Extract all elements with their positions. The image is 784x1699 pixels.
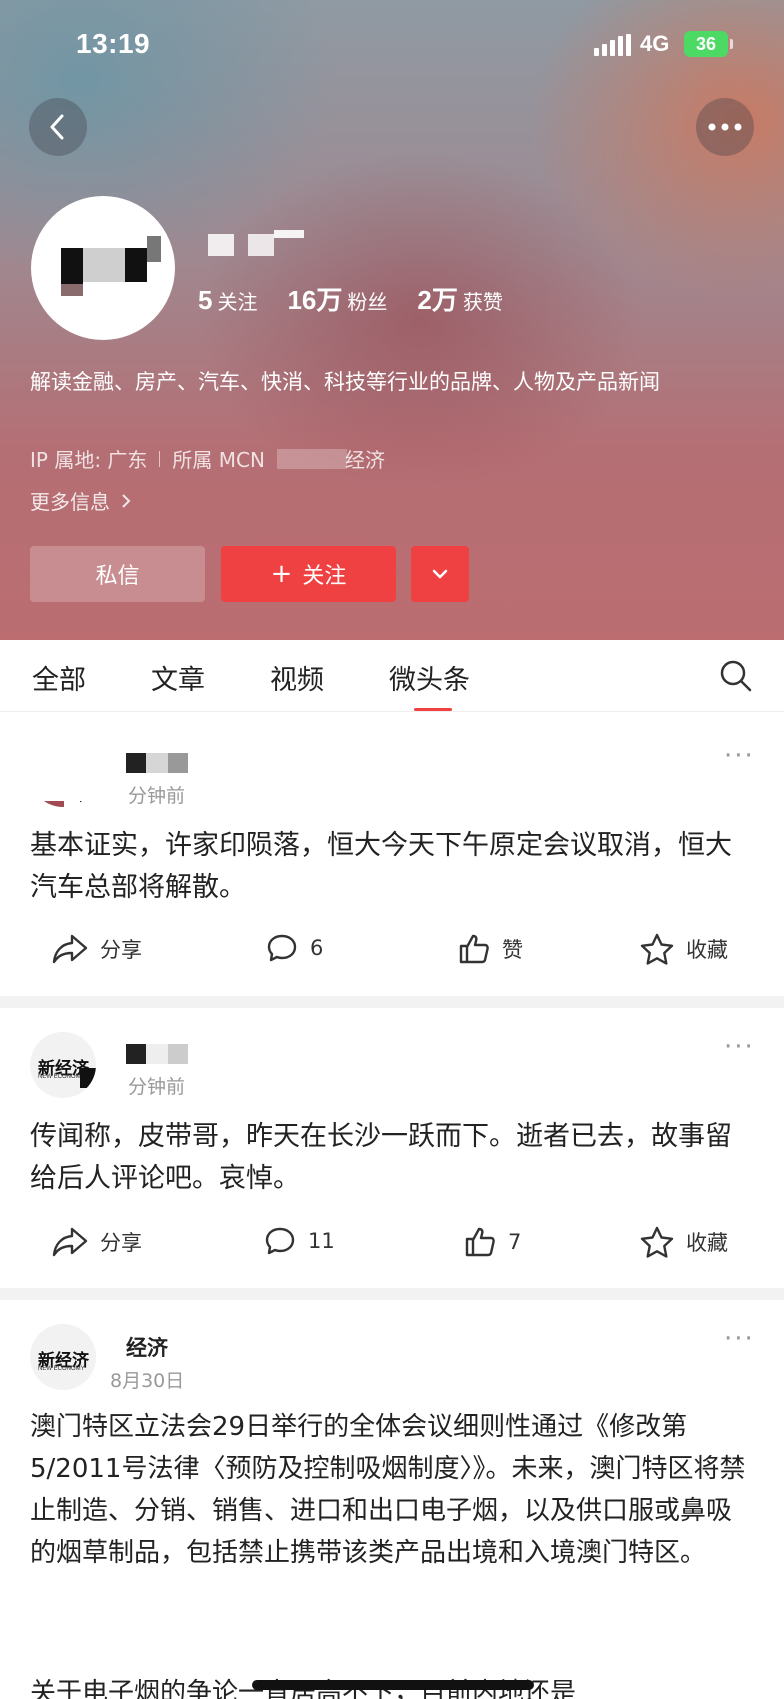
post-more-icon[interactable]: ··· — [724, 1032, 755, 1062]
comment-icon — [265, 1227, 295, 1255]
follow-button[interactable]: + 关注 — [221, 546, 396, 602]
like-count: 7 — [508, 1230, 522, 1254]
profile-name-blurred — [196, 228, 306, 262]
post-divider — [0, 996, 784, 1008]
like-button[interactable]: 7 — [464, 1226, 521, 1258]
battery-icon: 36 — [684, 31, 728, 57]
message-button-label: 私信 — [95, 564, 140, 589]
post-avatar[interactable] — [30, 741, 96, 807]
share-label: 分享 — [100, 1231, 142, 1255]
comment-count: 6 — [310, 936, 324, 960]
ip-location: IP 属地: 广东 — [30, 448, 148, 472]
more-dots-icon — [708, 123, 742, 131]
stat-following[interactable]: 5 关注 — [198, 285, 257, 316]
brand-logo-subtext: NEW ECONOMY — [38, 1074, 85, 1080]
stat-label: 关注 — [217, 290, 258, 314]
thumbs-up-icon — [459, 934, 489, 964]
comment-button[interactable]: 11 — [264, 1226, 335, 1256]
mcn-suffix: 经济 — [344, 448, 385, 472]
status-bar: 13:19 4G 36 — [0, 26, 784, 66]
tab-videos[interactable]: 视频 — [270, 658, 324, 697]
chevron-down-icon — [432, 569, 448, 579]
tab-micro-posts[interactable]: 微头条 — [389, 658, 470, 697]
feed-post[interactable]: 新经济 NEW ECONOMY 经济 8月30日 ··· 澳门特区立法会29日举… — [0, 1300, 784, 1699]
like-button[interactable]: 赞 — [458, 933, 523, 965]
post-actions: 分享 11 7 收藏 — [0, 1226, 784, 1270]
tab-articles[interactable]: 文章 — [151, 658, 205, 697]
follow-dropdown-button[interactable] — [411, 546, 469, 602]
brand-logo-subtext: NEW ECONOMY — [38, 1366, 85, 1372]
separator — [159, 450, 161, 467]
profile-bio: 解读金融、房产、汽车、快消、科技等行业的品牌、人物及产品新闻 — [30, 370, 660, 394]
profile-header: 13:19 4G 36 5 关注 16万 粉丝 2万 获赞 解读金融、房产、汽车… — [0, 0, 784, 640]
post-more-icon[interactable]: ··· — [724, 741, 755, 771]
post-avatar[interactable]: 新经济 NEW ECONOMY — [30, 1324, 96, 1390]
chevron-right-icon — [122, 494, 131, 508]
comment-icon — [267, 934, 297, 962]
share-button[interactable]: 分享 — [52, 1226, 142, 1258]
post-author-name[interactable]: 经济 — [126, 1332, 168, 1362]
plus-icon: + — [270, 559, 293, 589]
stat-number: 16万 — [287, 285, 343, 315]
tab-all[interactable]: 全部 — [32, 658, 86, 697]
post-actions: 分享 6 赞 收藏 — [0, 933, 784, 977]
feed-post[interactable]: 分钟前 ··· 基本证实，许家印陨落，恒大今天下午原定会议取消，恒大汽车总部将解… — [0, 713, 784, 996]
share-label: 分享 — [100, 938, 142, 962]
comment-button[interactable]: 6 — [266, 933, 323, 963]
more-info-link[interactable]: 更多信息 — [30, 486, 132, 515]
star-icon — [640, 1226, 674, 1258]
stat-likes[interactable]: 2万 获赞 — [417, 280, 502, 317]
stat-followers[interactable]: 16万 粉丝 — [287, 280, 387, 317]
signal-icon — [594, 34, 632, 56]
share-icon — [52, 934, 88, 964]
active-tab-indicator — [414, 708, 452, 711]
content-tabs: 全部 文章 视频 微头条 — [0, 640, 784, 712]
search-icon[interactable] — [718, 658, 754, 694]
post-author-blurred[interactable] — [126, 1044, 190, 1064]
mcn-label: 所属 MCN — [172, 448, 265, 472]
star-icon — [640, 933, 674, 965]
post-time: 8月30日 — [110, 1370, 185, 1392]
post-author-blurred[interactable] — [126, 753, 190, 773]
favorite-button[interactable]: 收藏 — [640, 1226, 728, 1258]
post-text[interactable]: 基本证实，许家印陨落，恒大今天下午原定会议取消，恒大汽车总部将解散。 — [30, 825, 750, 909]
more-options-button[interactable] — [696, 98, 754, 156]
stat-label: 获赞 — [462, 290, 503, 314]
post-avatar[interactable]: 新经济 NEW ECONOMY — [30, 1032, 96, 1098]
post-time: 分钟前 — [128, 1076, 186, 1098]
favorite-label: 收藏 — [686, 938, 728, 962]
profile-stats: 5 关注 16万 粉丝 2万 获赞 — [198, 280, 503, 317]
post-divider — [0, 1288, 784, 1300]
mcn-name-blurred — [276, 448, 347, 469]
message-button[interactable]: 私信 — [30, 546, 205, 602]
chevron-left-icon — [50, 114, 64, 140]
home-indicator — [252, 1680, 534, 1690]
like-label: 赞 — [502, 938, 523, 962]
thumbs-up-icon — [465, 1227, 495, 1257]
post-text[interactable]: 澳门特区立法会29日举行的全体会议细则性通过《修改第5/2011号法律〈预防及控… — [30, 1406, 752, 1574]
follow-button-label: 关注 — [302, 564, 347, 589]
network-type: 4G — [640, 31, 670, 56]
share-button[interactable]: 分享 — [52, 933, 142, 965]
post-time: 分钟前 — [128, 785, 186, 807]
post-more-icon[interactable]: ··· — [724, 1324, 755, 1354]
status-time: 13:19 — [76, 28, 151, 59]
post-text[interactable]: 传闻称，皮带哥，昨天在长沙一跃而下。逝者已去，故事留给后人评论吧。哀悼。 — [30, 1116, 750, 1200]
feed-post[interactable]: 新经济 NEW ECONOMY 分钟前 ··· 传闻称，皮带哥，昨天在长沙一跃而… — [0, 1008, 784, 1288]
stat-number: 2万 — [417, 285, 458, 315]
stat-number: 5 — [198, 285, 213, 315]
back-button[interactable] — [29, 98, 87, 156]
stat-label: 粉丝 — [347, 290, 388, 314]
profile-avatar[interactable] — [31, 196, 175, 340]
share-icon — [52, 1227, 88, 1257]
more-info-label: 更多信息 — [30, 490, 110, 514]
favorite-label: 收藏 — [686, 1231, 728, 1255]
battery-tip — [730, 39, 733, 49]
favorite-button[interactable]: 收藏 — [640, 933, 728, 965]
comment-count: 11 — [308, 1229, 335, 1253]
ip-mcn-line: IP 属地: 广东 所属 MCN 经济 — [30, 444, 385, 473]
